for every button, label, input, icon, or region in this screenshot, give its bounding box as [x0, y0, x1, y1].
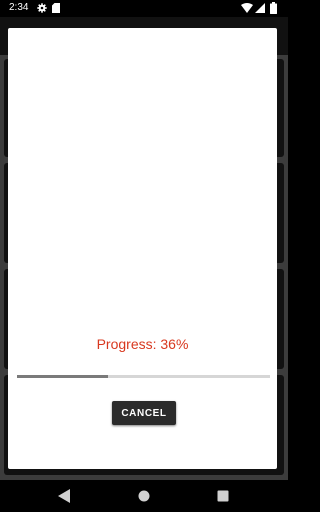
progress-dialog: Progress: 36% CANCEL: [8, 28, 277, 469]
progress-label: Progress: 36%: [96, 336, 189, 352]
recents-icon[interactable]: [217, 490, 229, 502]
wifi-icon: [241, 3, 253, 13]
cancel-button[interactable]: CANCEL: [112, 401, 176, 425]
progress-bar-fill: [17, 375, 109, 378]
home-icon[interactable]: [138, 490, 150, 502]
gear-icon: [37, 3, 47, 13]
back-icon[interactable]: [58, 489, 70, 503]
battery-icon: [270, 2, 277, 14]
navigation-bar: [0, 480, 288, 512]
status-bar: 2:34: [0, 0, 288, 17]
status-time: 2:34: [9, 2, 29, 13]
signal-icon: [255, 3, 265, 13]
progress-bar: [17, 375, 270, 378]
sd-card-icon: [52, 3, 60, 13]
